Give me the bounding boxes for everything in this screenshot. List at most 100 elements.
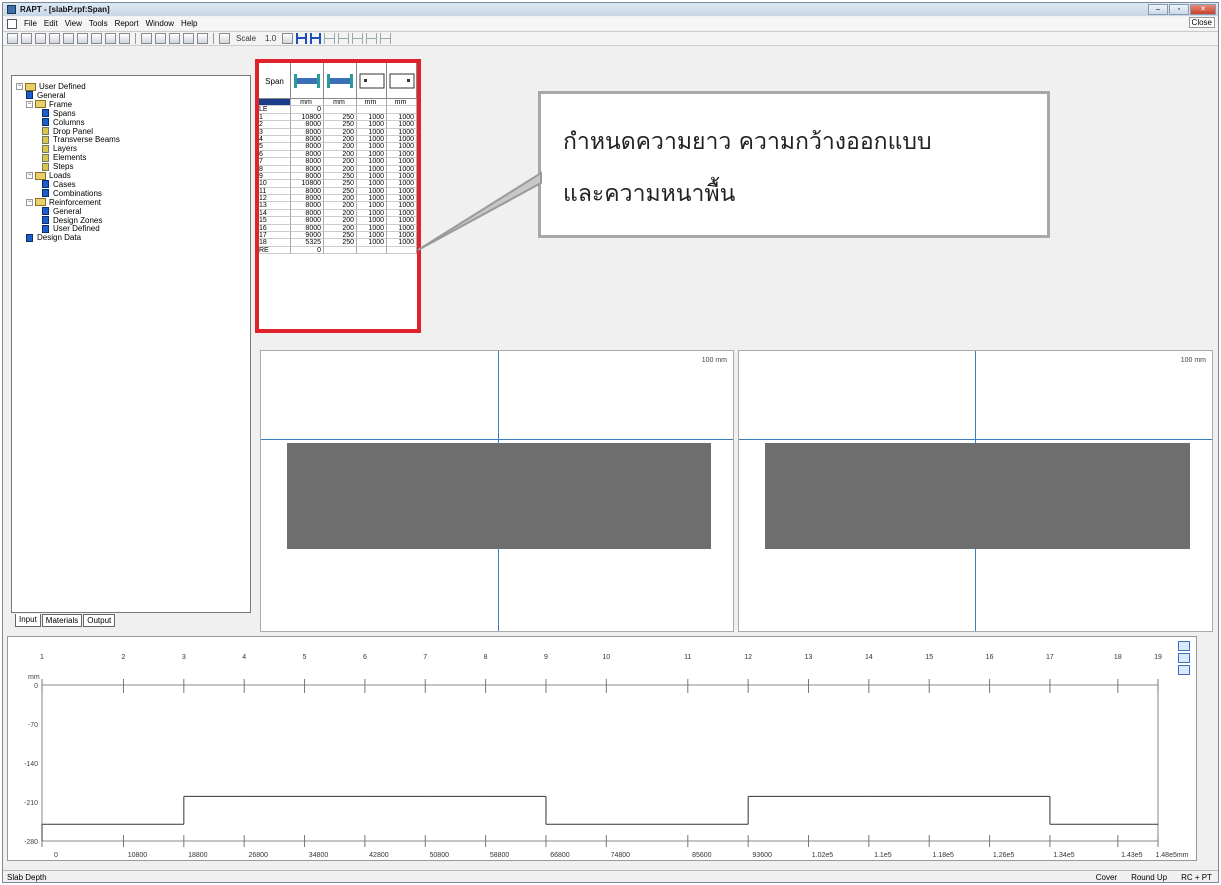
table-cell[interactable]: 1000 (387, 128, 417, 136)
tree-item[interactable]: − Frame (26, 100, 72, 109)
table-cell[interactable]: 250 (324, 180, 357, 188)
menu-window[interactable]: Window (146, 19, 174, 28)
tree-item[interactable]: Spans (42, 109, 76, 118)
tree-item[interactable]: Design Data (26, 233, 81, 242)
table-cell[interactable] (357, 106, 387, 114)
scale-value[interactable]: 1.0 (265, 34, 276, 43)
table-cell[interactable] (324, 246, 357, 255)
table-cell[interactable]: 1000 (357, 202, 387, 210)
table-cell[interactable]: 1000 (387, 180, 417, 188)
span-view-icon[interactable] (296, 33, 308, 44)
tree-item[interactable]: General (26, 91, 65, 100)
table-cell[interactable]: 8000 (291, 172, 324, 181)
collapse-icon[interactable]: − (26, 172, 33, 179)
table-cell[interactable]: 1000 (357, 128, 387, 136)
table-cell[interactable]: 1000 (387, 121, 417, 129)
table-cell[interactable]: 1000 (357, 158, 387, 166)
table-cell[interactable]: mm (291, 99, 324, 107)
table-cell[interactable]: 1000 (357, 232, 387, 240)
section-icon[interactable] (1178, 665, 1190, 675)
table-cell[interactable]: 200 (324, 209, 357, 218)
restore-button[interactable]: ▫ (1169, 4, 1189, 15)
table-cell[interactable]: mm (357, 99, 387, 107)
table-cell[interactable]: 3 (259, 128, 291, 136)
table-cell[interactable]: 9 (259, 172, 291, 181)
collapse-icon[interactable]: − (26, 100, 33, 108)
close-button[interactable]: ✕ (1190, 4, 1216, 15)
table-cell[interactable]: 18 (259, 239, 291, 247)
table-cell[interactable]: 200 (324, 165, 357, 173)
table-cell[interactable] (387, 246, 417, 255)
tree-item[interactable]: Columns (42, 118, 85, 127)
table-cell[interactable]: 12 (259, 195, 291, 203)
table-cell[interactable]: 8000 (291, 121, 324, 129)
menu-tools[interactable]: Tools (89, 19, 108, 28)
table-cell[interactable]: 1000 (357, 239, 387, 247)
table-cell[interactable]: 0 (291, 106, 324, 114)
column-icon[interactable] (141, 33, 152, 44)
zoom-extents-icon[interactable] (1178, 641, 1190, 651)
check-icon[interactable] (169, 33, 180, 44)
tab-input[interactable]: Input (15, 614, 41, 627)
table-cell[interactable]: 8000 (291, 143, 324, 151)
collapse-icon[interactable]: − (26, 198, 33, 206)
span-view-icon[interactable] (1178, 653, 1190, 663)
table-cell[interactable]: 1000 (387, 232, 417, 240)
table-cell[interactable]: 13 (259, 202, 291, 210)
table-cell[interactable]: 1000 (387, 209, 417, 218)
tree-item[interactable]: Layers (42, 144, 77, 153)
table-cell[interactable]: 5 (259, 143, 291, 151)
table-cell[interactable]: 250 (324, 172, 357, 181)
table-cell[interactable]: 1000 (357, 224, 387, 233)
table-cell[interactable]: 1000 (387, 172, 417, 181)
table-cell[interactable]: 200 (324, 158, 357, 166)
merge-icon[interactable] (338, 33, 350, 44)
tree-item[interactable]: Elements (42, 153, 86, 162)
table-cell[interactable]: 11 (259, 187, 291, 196)
table-cell[interactable]: 8000 (291, 217, 324, 225)
collapse-icon[interactable]: − (16, 83, 23, 90)
table-cell[interactable]: 7 (259, 158, 291, 166)
table-cell[interactable]: 1000 (387, 239, 417, 247)
tab-materials[interactable]: Materials (41, 614, 83, 627)
table-cell[interactable]: 1000 (387, 135, 417, 144)
table-cell[interactable]: 1 (259, 113, 291, 122)
table-cell[interactable]: 250 (324, 232, 357, 240)
table-cell[interactable]: 1000 (357, 187, 387, 196)
table-cell[interactable]: 9000 (291, 232, 324, 240)
table-cell[interactable]: 8000 (291, 150, 324, 159)
grid-icon[interactable] (155, 33, 166, 44)
table-cell[interactable]: 1000 (357, 121, 387, 129)
print-icon[interactable] (91, 33, 102, 44)
table-cell[interactable]: 8000 (291, 224, 324, 233)
table-cell[interactable]: 1000 (387, 202, 417, 210)
delete-icon[interactable] (366, 33, 378, 44)
table-cell[interactable]: 1000 (387, 195, 417, 203)
table-cell[interactable]: 200 (324, 143, 357, 151)
table-cell[interactable]: 1000 (357, 209, 387, 218)
table-cell[interactable]: 8000 (291, 158, 324, 166)
table-cell[interactable]: 1000 (387, 143, 417, 151)
table-cell[interactable]: 2 (259, 121, 291, 129)
table-cell[interactable]: 250 (324, 121, 357, 129)
table-cell[interactable]: 1000 (357, 172, 387, 181)
tab-output[interactable]: Output (83, 614, 116, 627)
table-cell[interactable]: 17 (259, 232, 291, 240)
table-cell[interactable]: 1000 (357, 195, 387, 203)
table-cell[interactable] (357, 246, 387, 255)
table-cell[interactable]: 10800 (291, 180, 324, 188)
table-cell[interactable]: 1000 (357, 217, 387, 225)
table-cell[interactable]: 8000 (291, 135, 324, 144)
table-cell[interactable]: 1000 (357, 165, 387, 173)
tree-item[interactable]: Design Zones (42, 216, 102, 225)
menu-edit[interactable]: Edit (44, 19, 58, 28)
undo-icon[interactable] (380, 33, 392, 44)
tree-item[interactable]: − Reinforcement (26, 198, 101, 207)
table-cell[interactable]: mm (387, 99, 417, 107)
document-icon[interactable] (7, 18, 17, 29)
minimize-button[interactable]: – (1148, 4, 1168, 15)
menu-help[interactable]: Help (181, 19, 197, 28)
table-cell[interactable]: 1000 (387, 113, 417, 122)
table-cell[interactable]: 14 (259, 209, 291, 218)
table-cell[interactable]: 8000 (291, 209, 324, 218)
